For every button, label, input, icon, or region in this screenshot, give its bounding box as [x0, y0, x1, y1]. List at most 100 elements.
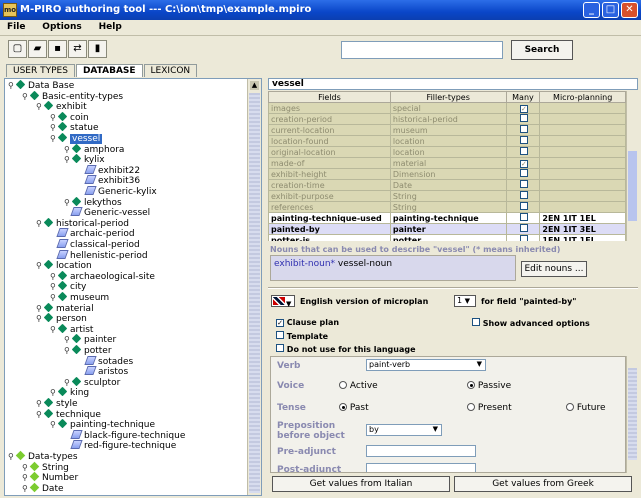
export-icon[interactable]: ⇄ [68, 40, 87, 58]
field-name-cell[interactable]: original-location [268, 146, 391, 158]
exit-icon[interactable]: ▮ [88, 40, 107, 58]
microplan-scrollbar[interactable] [626, 356, 638, 473]
expand-toggle-icon[interactable]: ⚲ [22, 473, 30, 483]
clause-plan-option[interactable]: ✓ Clause plan [276, 318, 339, 327]
micro-planning-cell[interactable] [539, 102, 626, 114]
expand-toggle-icon[interactable]: ⚲ [50, 123, 58, 133]
expand-toggle-icon[interactable]: ⚲ [50, 272, 58, 282]
filler-type-cell[interactable]: location [389, 135, 507, 147]
table-row[interactable]: painted-by painter 2EN 1IT 3EL [268, 223, 626, 235]
fields-scroll-thumb[interactable] [628, 151, 637, 221]
filler-type-cell[interactable]: museum [389, 124, 507, 136]
inherited-noun[interactable]: exhibit-noun* [274, 259, 335, 269]
table-row[interactable]: exhibit-height Dimension [268, 168, 626, 180]
expand-toggle-icon[interactable]: ⚲ [50, 293, 58, 303]
field-name-cell[interactable]: location-found [268, 135, 391, 147]
tense-present-option[interactable]: Present [467, 403, 512, 413]
tree-node[interactable]: ⚲ location [36, 259, 92, 271]
filler-type-cell[interactable]: location [389, 146, 507, 158]
filler-type-cell[interactable]: painter [389, 223, 507, 235]
expand-toggle-icon[interactable]: ⚲ [36, 314, 44, 324]
table-row[interactable]: painting-technique-used painting-techniqu… [268, 212, 626, 224]
language-select[interactable]: ▼ [271, 295, 295, 308]
tense-future-radio[interactable] [566, 403, 574, 411]
menu-file[interactable]: File [0, 20, 32, 34]
show-advanced-checkbox[interactable] [472, 318, 480, 326]
micro-planning-cell[interactable] [539, 124, 626, 136]
template-checkbox[interactable] [276, 331, 284, 339]
tree-node[interactable]: ⚲ painting-technique [50, 418, 155, 430]
tense-past-option[interactable]: Past [339, 403, 369, 413]
tree-node[interactable]: classical-period [50, 239, 140, 250]
many-checkbox[interactable] [519, 125, 528, 133]
filler-type-cell[interactable]: String [389, 201, 507, 213]
column-header[interactable]: Fields [268, 91, 391, 103]
expand-toggle-icon[interactable]: ⚲ [50, 325, 58, 335]
new-file-icon[interactable]: ▢ [8, 40, 27, 58]
micro-planning-cell[interactable] [539, 135, 626, 147]
tree-node[interactable]: ⚲ exhibit [36, 100, 87, 112]
many-checkbox[interactable] [519, 169, 528, 177]
menu-options[interactable]: Options [35, 20, 88, 34]
expand-toggle-icon[interactable]: ⚲ [64, 346, 72, 356]
get-values-italian-button[interactable]: Get values from Italian [272, 476, 450, 492]
pre-adjunct-input[interactable] [366, 445, 476, 457]
field-name-cell[interactable]: creation-period [268, 113, 391, 125]
field-name-cell[interactable]: painted-by [268, 223, 391, 235]
field-name-cell[interactable]: exhibit-height [268, 168, 391, 180]
tree-node[interactable]: ⚲ Data-types [8, 450, 78, 462]
search-button[interactable]: Search [511, 40, 573, 60]
many-checkbox[interactable] [519, 147, 528, 155]
micro-planning-cell[interactable] [539, 113, 626, 125]
micro-planning-cell[interactable] [539, 168, 626, 180]
tree-node[interactable]: ⚲ style [36, 397, 78, 409]
clause-plan-checkbox[interactable]: ✓ [276, 319, 284, 327]
window-title-bar[interactable]: M-PIRO authoring tool --- C:\ion\tmp\exa… [0, 0, 641, 20]
edit-nouns-button[interactable]: Edit nouns ... [521, 261, 587, 277]
micro-planning-cell[interactable]: 2EN 1IT 3EL [539, 223, 626, 235]
filler-type-cell[interactable]: material [389, 157, 507, 169]
table-row[interactable]: location-found location [268, 135, 626, 147]
save-icon[interactable]: ▪ [48, 40, 67, 58]
many-checkbox[interactable] [519, 180, 528, 188]
column-header[interactable]: Filler-types [389, 91, 507, 103]
expand-toggle-icon[interactable]: ⚲ [8, 81, 16, 91]
field-name-cell[interactable]: references [268, 201, 391, 213]
tree-node[interactable]: aristos [78, 366, 128, 377]
field-name-cell[interactable]: images [268, 102, 391, 114]
tree-node[interactable]: ⚲ archaeological-site [50, 270, 155, 282]
expand-toggle-icon[interactable]: ⚲ [36, 219, 44, 229]
voice-active-radio[interactable] [339, 381, 347, 389]
get-values-greek-button[interactable]: Get values from Greek [454, 476, 632, 492]
expand-toggle-icon[interactable]: ⚲ [22, 484, 30, 494]
voice-passive-radio[interactable] [467, 381, 475, 389]
micro-planning-cell[interactable] [539, 157, 626, 169]
table-row[interactable]: creation-time Date [268, 179, 626, 191]
many-checkbox[interactable] [519, 235, 528, 241]
filler-type-cell[interactable]: special [389, 102, 507, 114]
micro-planning-cell[interactable] [539, 179, 626, 191]
micro-planning-cell[interactable]: 1EN 1IT 1EL [539, 234, 626, 241]
scroll-up-icon[interactable]: ▲ [250, 81, 259, 90]
expand-toggle-icon[interactable]: ⚲ [36, 399, 44, 409]
show-advanced-option[interactable]: Show advanced options [472, 318, 590, 328]
expand-toggle-icon[interactable]: ⚲ [50, 420, 58, 430]
field-name-cell[interactable]: potter-is [268, 234, 391, 241]
tree-node[interactable]: sotades [78, 355, 133, 367]
maximize-button[interactable]: □ [602, 2, 619, 18]
many-checkbox[interactable] [519, 191, 528, 199]
filler-type-cell[interactable]: painting-technique [389, 212, 507, 224]
field-name-cell[interactable]: current-location [268, 124, 391, 136]
expand-toggle-icon[interactable]: ⚲ [64, 335, 72, 345]
microplan-number-select[interactable]: 1 ▼ [454, 295, 476, 307]
many-checkbox[interactable] [519, 224, 528, 232]
microplan-scroll-thumb[interactable] [628, 368, 637, 460]
voice-passive-option[interactable]: Passive [467, 381, 511, 391]
table-row[interactable]: made-of material ✓ [268, 157, 626, 169]
tree-node[interactable]: red-figure-technique [64, 440, 176, 451]
tree-node[interactable]: ⚲ Number [22, 471, 78, 483]
tree-node[interactable]: ⚲ person [36, 312, 87, 324]
tab-user-types[interactable]: USER TYPES [6, 64, 75, 77]
many-checkbox[interactable]: ✓ [519, 104, 528, 113]
field-name-cell[interactable]: exhibit-purpose [268, 190, 391, 202]
